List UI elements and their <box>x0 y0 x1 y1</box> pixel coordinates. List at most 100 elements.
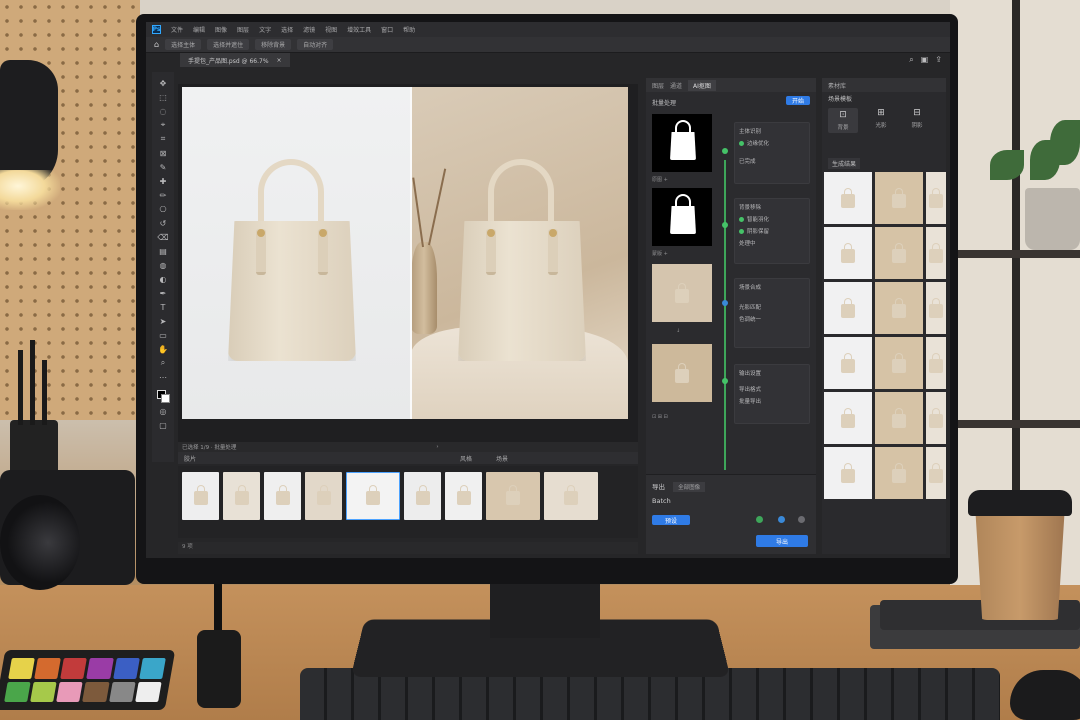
asset-thumbnail[interactable] <box>926 282 946 334</box>
menu-select[interactable]: 选择 <box>281 25 293 34</box>
asset-thumbnail[interactable] <box>926 227 946 279</box>
tab-channels[interactable]: 通道 <box>670 81 682 90</box>
asset-tool-lighting[interactable]: ⊞ 光影 <box>866 108 896 129</box>
menu-type[interactable]: 文字 <box>259 25 271 34</box>
asset-thumbnail[interactable] <box>926 337 946 389</box>
asset-thumbnail[interactable] <box>824 337 872 389</box>
asset-thumbnail[interactable] <box>824 447 872 499</box>
home-icon[interactable]: ⌂ <box>154 40 159 49</box>
stamp-tool-icon[interactable]: ⎔ <box>156 204 170 214</box>
eyedropper-tool-icon[interactable]: ✎ <box>156 162 170 172</box>
document-tab[interactable]: 手提包_产品图.psd @ 66.7% × <box>180 53 290 67</box>
more-tools-icon[interactable]: ⋯ <box>156 372 170 382</box>
asset-thumbnail[interactable] <box>875 337 923 389</box>
zoom-tool-icon[interactable]: ⌕ <box>156 358 170 368</box>
node-background-remove[interactable]: 背景移除 智能羽化 阴影保留 处理中 <box>734 198 810 264</box>
crop-tool-icon[interactable]: ⌗ <box>156 134 170 144</box>
film-thumbnail[interactable] <box>223 472 260 520</box>
brush-tool-icon[interactable]: ✏ <box>156 190 170 200</box>
flow-node-dot[interactable] <box>722 148 728 154</box>
film-thumbnail[interactable] <box>305 472 342 520</box>
asset-thumbnail[interactable] <box>926 447 946 499</box>
node-option[interactable]: 阴影保留 <box>747 227 769 235</box>
menu-edit[interactable]: 编辑 <box>193 25 205 34</box>
asset-thumbnail[interactable] <box>875 282 923 334</box>
mask-thumbnail[interactable] <box>652 114 712 172</box>
node-option[interactable]: 批量导出 <box>739 397 761 405</box>
node-option[interactable]: 边缘优化 <box>747 139 769 147</box>
node-option[interactable]: 智能羽化 <box>747 215 769 223</box>
dodge-tool-icon[interactable]: ◐ <box>156 274 170 284</box>
hand-tool-icon[interactable]: ✋ <box>156 344 170 354</box>
menu-layer[interactable]: 图层 <box>237 25 249 34</box>
shape-tool-icon[interactable]: ▭ <box>156 330 170 340</box>
menu-window[interactable]: 窗口 <box>381 25 393 34</box>
flow-node-dot[interactable] <box>722 222 728 228</box>
lasso-tool-icon[interactable]: ◌ <box>156 106 170 116</box>
frame-tool-icon[interactable]: ⊠ <box>156 148 170 158</box>
quick-select-tool-icon[interactable]: ⌖ <box>156 120 170 130</box>
asset-thumbnail[interactable] <box>824 282 872 334</box>
result-thumbnail[interactable] <box>652 344 712 402</box>
menu-help[interactable]: 帮助 <box>403 25 415 34</box>
node-scene-compose[interactable]: 场景合成 光影匹配 色调统一 <box>734 278 810 348</box>
tab-ai-cutout[interactable]: AI抠图 <box>688 79 716 91</box>
asset-tool-background[interactable]: ⊡ 背景 <box>828 108 858 133</box>
screen-mode-icon[interactable]: ▢ <box>156 420 170 430</box>
film-thumbnail[interactable] <box>404 472 441 520</box>
remove-background-button[interactable]: 移除背景 <box>255 39 292 50</box>
scene-thumbnail[interactable] <box>652 264 712 322</box>
asset-thumbnail[interactable] <box>875 172 923 224</box>
asset-thumbnail[interactable] <box>875 447 923 499</box>
film-thumbnail-selected[interactable] <box>346 472 400 520</box>
select-subject-button[interactable]: 选择主体 <box>165 39 202 50</box>
asset-thumbnail[interactable] <box>824 227 872 279</box>
chevron-right-icon[interactable]: › <box>436 444 438 450</box>
mask-thumbnail[interactable] <box>652 188 712 246</box>
preset-button[interactable]: 预设 <box>652 515 690 525</box>
menu-plugins[interactable]: 增效工具 <box>347 25 371 34</box>
compare-divider[interactable] <box>410 87 412 419</box>
asset-thumbnail[interactable] <box>824 172 872 224</box>
asset-tool-shadow[interactable]: ⊟ 阴影 <box>902 108 932 129</box>
node-output-settings[interactable]: 输出设置 导出格式 批量导出 <box>734 364 810 424</box>
eraser-tool-icon[interactable]: ⌫ <box>156 232 170 242</box>
move-tool-icon[interactable]: ✥ <box>156 78 170 88</box>
asset-thumbnail[interactable] <box>824 392 872 444</box>
share-icon[interactable]: ⇪ <box>935 55 942 65</box>
node-option[interactable]: 光影匹配 <box>739 303 761 311</box>
flow-node-dot[interactable] <box>722 378 728 384</box>
search-icon[interactable]: ⌕ <box>909 55 913 65</box>
asset-thumbnail[interactable] <box>926 172 946 224</box>
gradient-tool-icon[interactable]: ▤ <box>156 246 170 256</box>
menu-image[interactable]: 图像 <box>215 25 227 34</box>
info-icon[interactable] <box>778 516 785 523</box>
node-subject-detect[interactable]: 主体识别 边缘优化 已完成 <box>734 122 810 184</box>
menu-filter[interactable]: 滤镜 <box>303 25 315 34</box>
history-brush-icon[interactable]: ↺ <box>156 218 170 228</box>
close-icon[interactable]: × <box>277 57 282 64</box>
film-thumbnail[interactable] <box>445 472 482 520</box>
path-select-tool-icon[interactable]: ➤ <box>156 316 170 326</box>
menu-view[interactable]: 视图 <box>325 25 337 34</box>
document-canvas[interactable] <box>182 87 628 419</box>
menu-file[interactable]: 文件 <box>171 25 183 34</box>
film-thumbnail[interactable] <box>264 472 301 520</box>
select-and-mask-button[interactable]: 选择并遮住 <box>207 39 250 50</box>
node-option[interactable]: 色调统一 <box>739 315 761 323</box>
workspace-icon[interactable]: ▣ <box>921 55 929 65</box>
film-thumbnail[interactable] <box>486 472 540 520</box>
blur-tool-icon[interactable]: ◍ <box>156 260 170 270</box>
healing-tool-icon[interactable]: ✚ <box>156 176 170 186</box>
settings-icon[interactable] <box>798 516 805 523</box>
export-scope-dropdown[interactable]: 全部图像 <box>673 482 706 492</box>
background-color[interactable] <box>161 394 170 403</box>
asset-thumbnail[interactable] <box>875 392 923 444</box>
marquee-tool-icon[interactable]: ⬚ <box>156 92 170 102</box>
export-button[interactable]: 导出 <box>756 535 808 547</box>
pen-tool-icon[interactable]: ✒ <box>156 288 170 298</box>
run-button[interactable]: 开始 <box>786 96 810 105</box>
asset-thumbnail[interactable] <box>875 227 923 279</box>
thumbnail-toolbar[interactable]: ⊡ ⊞ ⊟ <box>652 414 668 420</box>
type-tool-icon[interactable]: T <box>156 302 170 312</box>
